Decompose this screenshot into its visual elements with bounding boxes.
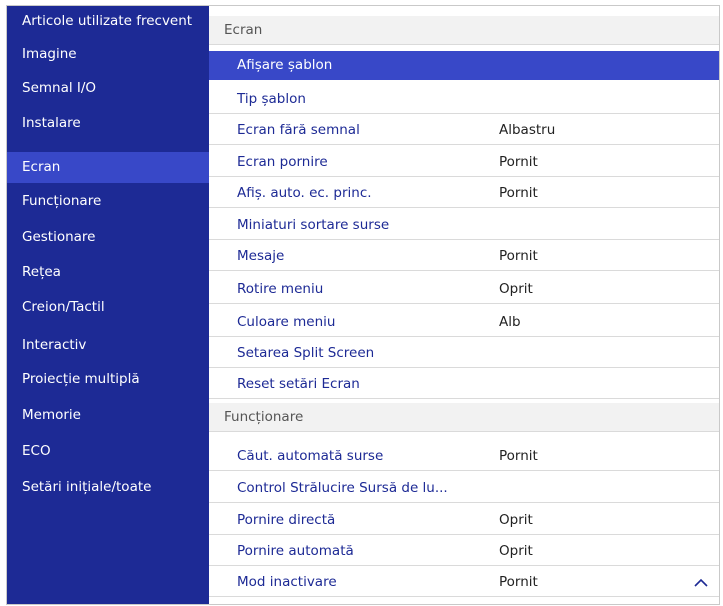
menu-row-tip-sablon[interactable]: Tip șablon bbox=[209, 85, 719, 114]
chevron-up-icon[interactable] bbox=[691, 568, 711, 597]
row-label: Miniaturi sortare surse bbox=[237, 217, 390, 233]
sidebar-item-interactiv[interactable]: Interactiv bbox=[7, 330, 209, 361]
row-label: Setarea Split Screen bbox=[237, 345, 375, 361]
row-label: Căut. automată surse bbox=[237, 448, 384, 464]
row-label: Ecran pornire bbox=[237, 154, 328, 170]
sidebar-menu: Articole utilizate frecvent Imagine Semn… bbox=[7, 6, 209, 604]
row-label: Tip șablon bbox=[237, 91, 306, 107]
sidebar-item-semnal-io[interactable]: Semnal I/O bbox=[7, 73, 209, 104]
sidebar-item-eco[interactable]: ECO bbox=[7, 436, 209, 467]
menu-row-ecran-pornire[interactable]: Ecran pornire Pornit bbox=[209, 148, 719, 177]
row-value: Albastru bbox=[499, 122, 556, 138]
row-value: Pornit bbox=[499, 448, 538, 464]
section-title: Ecran bbox=[224, 22, 263, 38]
menu-row-mesaje[interactable]: Mesaje Pornit bbox=[209, 242, 719, 271]
menu-row-miniaturi-sortare-surse[interactable]: Miniaturi sortare surse bbox=[209, 211, 719, 240]
section-title: Funcționare bbox=[224, 409, 304, 425]
row-value: Pornit bbox=[499, 248, 538, 264]
row-label: Culoare meniu bbox=[237, 314, 336, 330]
menu-row-rotire-meniu[interactable]: Rotire meniu Oprit bbox=[209, 275, 719, 304]
menu-row-afisare-sablon[interactable]: Afișare șablon bbox=[209, 51, 719, 80]
sidebar-item-proiectie-multipla[interactable]: Proiecție multiplă bbox=[7, 364, 209, 395]
settings-menu-window: Articole utilizate frecvent Imagine Semn… bbox=[6, 5, 720, 605]
sidebar-item-memorie[interactable]: Memorie bbox=[7, 400, 209, 431]
menu-row-caut-automata-surse[interactable]: Căut. automată surse Pornit bbox=[209, 442, 719, 471]
section-header-functionare: Funcționare bbox=[209, 403, 719, 432]
row-label: Mod inactivare bbox=[237, 574, 337, 590]
sidebar-item-retea[interactable]: Rețea bbox=[7, 257, 209, 288]
sidebar-item-gestionare[interactable]: Gestionare bbox=[7, 222, 209, 253]
row-label: Pornire automată bbox=[237, 543, 354, 559]
sidebar-item-functionare[interactable]: Funcționare bbox=[7, 186, 209, 217]
sidebar-item-articole-utilizate-frecvent[interactable]: Articole utilizate frecvent bbox=[7, 6, 209, 37]
sidebar-item-setari-initiale-toate[interactable]: Setări inițiale/toate bbox=[7, 472, 209, 503]
menu-row-reset-setari-ecran[interactable]: Reset setări Ecran bbox=[209, 370, 719, 399]
menu-row-control-stralucire-sursa[interactable]: Control Strălucire Sursă de lu... bbox=[209, 474, 719, 503]
menu-row-culoare-meniu[interactable]: Culoare meniu Alb bbox=[209, 308, 719, 337]
settings-panel: Ecran Afișare șablon Tip șablon Ecran fă… bbox=[209, 6, 719, 604]
section-header-ecran: Ecran bbox=[209, 16, 719, 45]
sidebar-item-imagine[interactable]: Imagine bbox=[7, 39, 209, 70]
row-value: Pornit bbox=[499, 185, 538, 201]
sidebar-item-creion-tactil[interactable]: Creion/Tactil bbox=[7, 292, 209, 323]
menu-row-ecran-fara-semnal[interactable]: Ecran fără semnal Albastru bbox=[209, 116, 719, 145]
row-value: Pornit bbox=[499, 574, 538, 590]
row-value: Pornit bbox=[499, 154, 538, 170]
row-label: Reset setări Ecran bbox=[237, 376, 360, 392]
row-label: Afișare șablon bbox=[237, 57, 333, 73]
menu-row-afis-auto-ec-princ[interactable]: Afiș. auto. ec. princ. Pornit bbox=[209, 179, 719, 208]
menu-row-partial[interactable] bbox=[209, 599, 719, 604]
row-label: Mesaje bbox=[237, 248, 285, 264]
sidebar-item-instalare[interactable]: Instalare bbox=[7, 108, 209, 139]
menu-row-pornire-automata[interactable]: Pornire automată Oprit bbox=[209, 537, 719, 566]
row-value: Oprit bbox=[499, 281, 533, 297]
row-label: Rotire meniu bbox=[237, 281, 324, 297]
row-label: Ecran fără semnal bbox=[237, 122, 360, 138]
row-label: Afiș. auto. ec. princ. bbox=[237, 185, 372, 201]
menu-row-pornire-directa[interactable]: Pornire directă Oprit bbox=[209, 506, 719, 535]
row-value: Oprit bbox=[499, 512, 533, 528]
menu-row-setarea-split-screen[interactable]: Setarea Split Screen bbox=[209, 339, 719, 368]
row-label: Control Strălucire Sursă de lu... bbox=[237, 480, 448, 496]
menu-row-mod-inactivare[interactable]: Mod inactivare Pornit bbox=[209, 568, 719, 597]
row-value: Alb bbox=[499, 314, 521, 330]
row-value: Oprit bbox=[499, 543, 533, 559]
sidebar-item-ecran[interactable]: Ecran bbox=[7, 152, 209, 183]
row-label: Pornire directă bbox=[237, 512, 336, 528]
